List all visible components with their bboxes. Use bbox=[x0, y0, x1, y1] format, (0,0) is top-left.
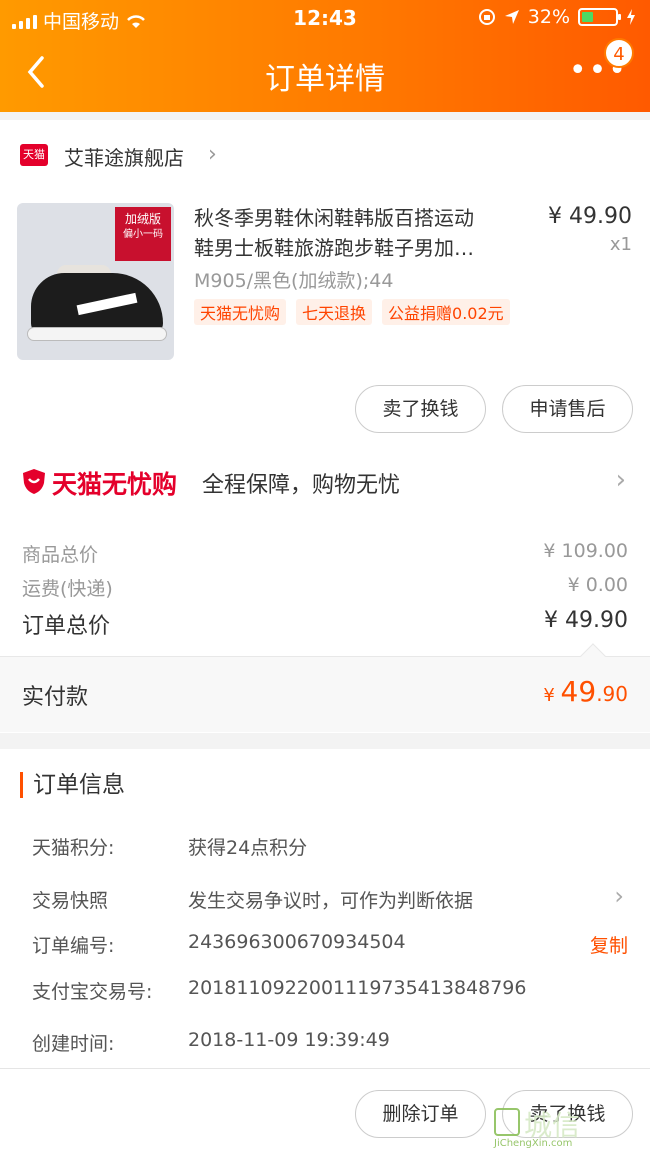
product-tags: 天猫无忧购 七天退换 公益捐赠0.02元 bbox=[194, 299, 510, 325]
page-title: 订单详情 bbox=[265, 62, 385, 97]
nav-bar: 订单详情 ••• 4 bbox=[0, 38, 650, 112]
guarantee-description: 全程保障，购物无忧 bbox=[202, 473, 401, 498]
product-image[interactable]: 加绒版 偏小一码 bbox=[17, 203, 174, 360]
location-icon bbox=[504, 10, 519, 24]
request-aftersale-button[interactable]: 申请售后 bbox=[502, 385, 633, 433]
status-bar: 中国移动 12:43 32% bbox=[0, 0, 650, 38]
service-tag: 七天退换 bbox=[296, 299, 373, 325]
store-row[interactable]: 天猫 艾菲途旗舰店 › bbox=[0, 128, 650, 184]
order-info-title: 订单信息 bbox=[20, 772, 125, 798]
product-title[interactable]: 秋冬季男鞋休闲鞋韩版百搭运动 鞋男士板鞋旅游跑步鞋子男加… bbox=[194, 203, 524, 263]
notification-badge: 4 bbox=[604, 38, 634, 68]
rotation-lock-icon bbox=[478, 9, 495, 25]
paid-amount: ¥ 49.90 bbox=[543, 675, 628, 708]
store-name: 艾菲途旗舰店 bbox=[64, 146, 184, 170]
app-header: 中国移动 12:43 32% 订单详情 ••• 4 bbox=[0, 0, 650, 112]
product-image-tag: 加绒版 偏小一码 bbox=[115, 207, 171, 261]
guarantee-row[interactable]: 天猫无忧购 全程保障，购物无忧 › bbox=[0, 455, 650, 511]
divider bbox=[0, 733, 650, 749]
charging-icon bbox=[627, 9, 635, 25]
battery-percent: 32% bbox=[527, 6, 570, 28]
tmall-shield-icon bbox=[23, 469, 45, 494]
service-tag: 公益捐赠0.02元 bbox=[382, 299, 510, 325]
site-watermark: 城信 JiChengXin.com bbox=[494, 1108, 581, 1149]
product-quantity: x1 bbox=[609, 234, 632, 255]
guarantee-brand: 天猫无忧购 bbox=[52, 470, 178, 499]
battery-icon bbox=[578, 8, 621, 26]
delete-order-button[interactable]: 删除订单 bbox=[355, 1090, 486, 1138]
order-number: 243696300670934504 bbox=[188, 931, 406, 953]
sell-for-cash-button[interactable]: 卖了换钱 bbox=[355, 385, 486, 433]
service-tag: 天猫无忧购 bbox=[194, 299, 287, 325]
chevron-right-icon: › bbox=[614, 882, 624, 910]
paid-amount-row: 实付款 ¥ 49.90 bbox=[0, 643, 650, 732]
tmall-logo-icon: 天猫 bbox=[20, 144, 48, 166]
chevron-right-icon: › bbox=[208, 142, 217, 167]
copy-button[interactable]: 复制 bbox=[590, 931, 628, 958]
product-sku: M905/黑色(加绒款);44 bbox=[194, 270, 394, 292]
chevron-right-icon: › bbox=[615, 465, 626, 495]
product-price: ¥ 49.90 bbox=[548, 204, 632, 229]
divider bbox=[0, 112, 650, 120]
